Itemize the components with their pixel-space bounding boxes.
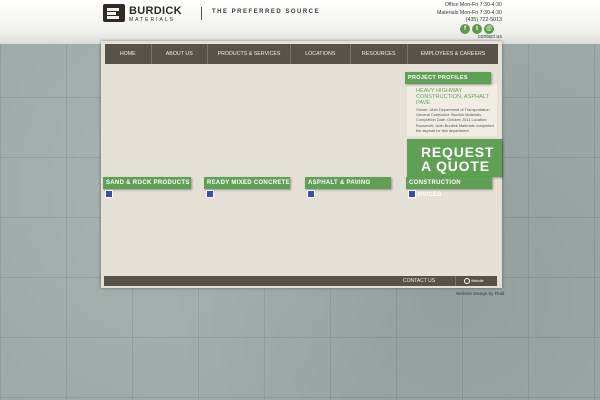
footer-divider: [455, 276, 456, 286]
tagline: THE PREFERRED SOURCE: [212, 9, 321, 15]
asphalt-icon: [307, 190, 315, 198]
main-nav: HOME ABOUT US PRODUCTS & SERVICES LOCATI…: [105, 44, 498, 64]
construction-icon: [408, 190, 416, 198]
footer-bar: [104, 276, 497, 286]
header-divider: [201, 7, 202, 20]
design-credit[interactable]: Website Design by Fluid: [456, 291, 504, 296]
logo-mark-icon: [103, 4, 125, 22]
footer-badge[interactable]: Website: [464, 277, 498, 285]
request-quote-button[interactable]: REQUEST A QUOTE: [407, 139, 502, 177]
nav-resources[interactable]: RESOURCES: [351, 44, 408, 64]
nav-home[interactable]: HOME: [105, 44, 152, 64]
logo-subtitle: MATERIALS: [129, 17, 175, 23]
service-asphalt-paving[interactable]: ASPHALT & PAVING: [305, 177, 391, 189]
materials-hours: Materials Mon-Fri 7:30-4:30: [436, 9, 502, 16]
email-icon[interactable]: @: [484, 24, 494, 34]
project-profile-title[interactable]: HEAVY HIGHWAY CONSTRUCTION, ASPHALT PAVE: [416, 88, 491, 107]
contact-us-link[interactable]: contact us: [478, 34, 502, 40]
nav-locations[interactable]: LOCATIONS: [291, 44, 351, 64]
sand-rock-icon: [105, 190, 113, 198]
nav-products-services[interactable]: PRODUCTS & SERVICES: [208, 44, 292, 64]
concrete-icon: [206, 190, 214, 198]
service-construction[interactable]: CONSTRUCTION SERVICES: [406, 177, 492, 198]
twitter-icon[interactable]: t: [472, 24, 482, 34]
nav-employees-careers[interactable]: EMPLOYEES & CAREERS: [408, 44, 498, 64]
footer-contact-link[interactable]: CONTACT US: [403, 278, 435, 284]
service-sand-rock[interactable]: SAND & ROCK PRODUCTS: [103, 177, 191, 189]
project-profile-description: Owner: Utah Department of Transportation…: [416, 107, 494, 133]
office-hours: Office Mon-Fri 7:30-4:30: [444, 2, 502, 8]
header-bar: [0, 0, 600, 44]
request-quote-line2: A QUOTE: [421, 158, 490, 174]
project-profiles-heading: PROJECT PROFILES: [405, 72, 491, 84]
nav-about-us[interactable]: ABOUT US: [152, 44, 208, 64]
logo-name: BURDICK: [129, 5, 182, 17]
facebook-icon[interactable]: f: [460, 24, 470, 34]
service-ready-mixed-concrete[interactable]: READY MIXED CONCRETE: [204, 177, 290, 189]
badge-icon: [464, 278, 470, 285]
burdick-logo[interactable]: BURDICK MATERIALS: [103, 4, 193, 24]
footer-badge-label: Website: [471, 279, 484, 283]
request-quote-line1: REQUEST: [421, 144, 495, 160]
